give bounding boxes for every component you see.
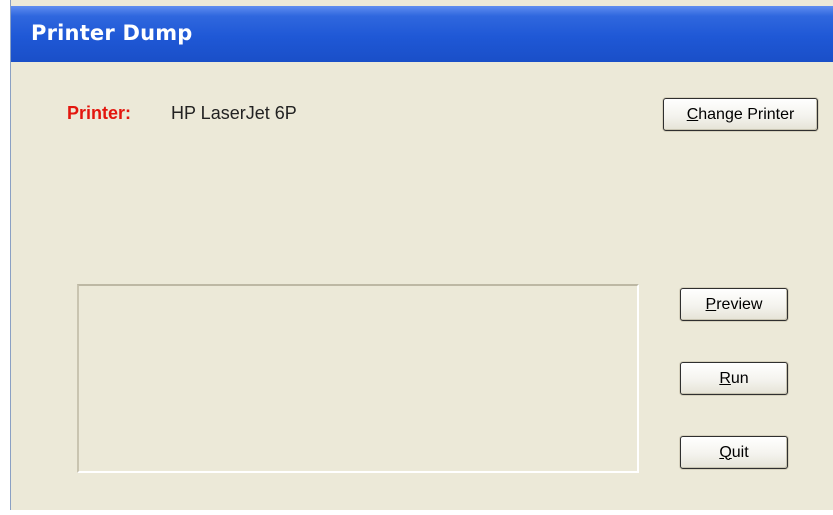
run-button[interactable]: Run — [680, 362, 788, 395]
quit-button[interactable]: Quit — [680, 436, 788, 469]
window-title: Printer Dump — [31, 21, 193, 45]
change-printer-accel: C — [686, 105, 699, 123]
preview-accel: P — [705, 295, 717, 313]
preview-button[interactable]: Preview — [680, 288, 788, 321]
quit-label: uit — [731, 443, 749, 461]
change-printer-button[interactable]: Change Printer — [663, 98, 818, 131]
preview-pane — [77, 284, 639, 473]
printer-name: HP LaserJet 6P — [171, 103, 297, 123]
run-label: un — [730, 369, 749, 387]
printer-label: Printer: — [67, 103, 132, 123]
change-printer-label: hange Printer — [698, 105, 795, 123]
printer-dump-window: Printer Dump Printer: HP LaserJet 6P Cha… — [10, 0, 833, 510]
title-bar[interactable]: Printer Dump — [11, 6, 833, 62]
quit-accel: Q — [719, 443, 732, 461]
run-accel: R — [719, 369, 731, 387]
preview-label: review — [716, 295, 763, 313]
